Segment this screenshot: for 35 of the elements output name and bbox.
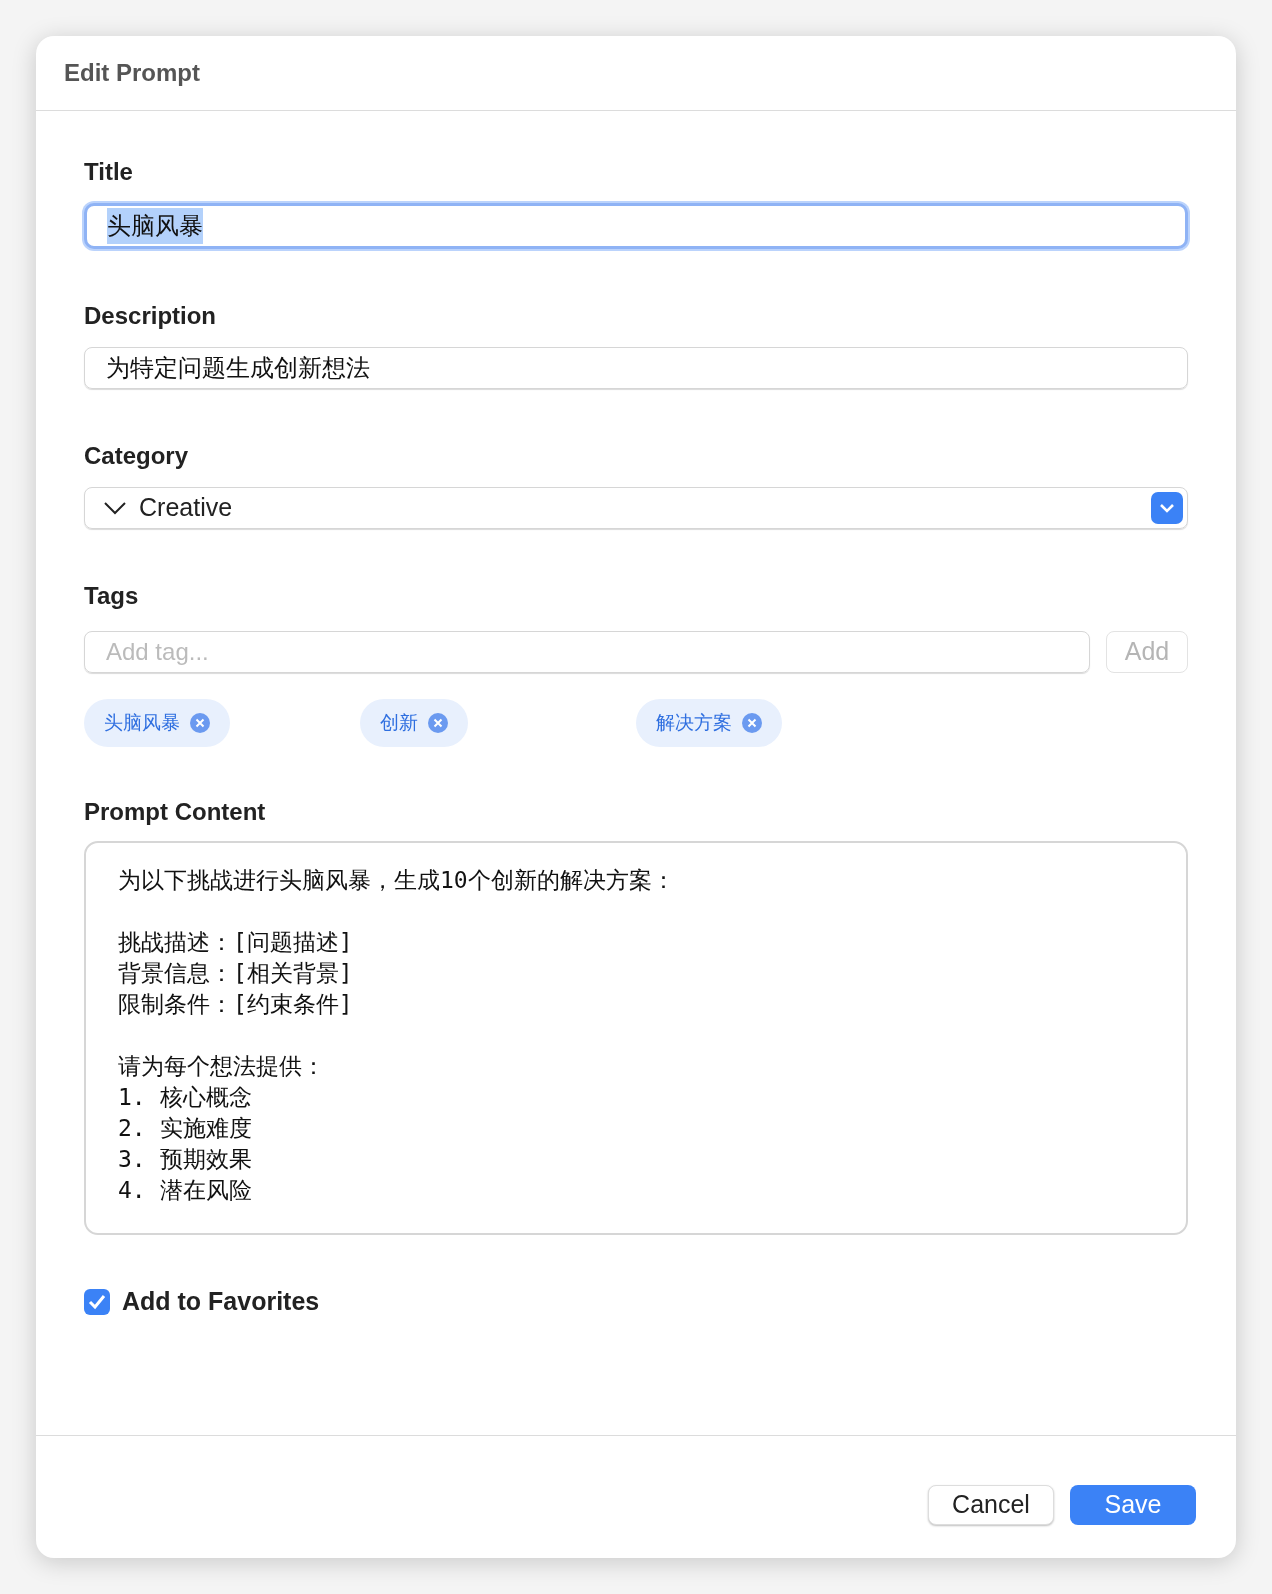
content-line: 为以下挑战进行头脑风暴，生成10个创新的解决方案： (118, 866, 675, 895)
prompt-content-field[interactable]: 为以下挑战进行头脑风暴，生成10个创新的解决方案： 挑战描述：[问题描述] 背景信息：[相关背景] 限制条件：[约束条件] 请为每个想法提供： 1. 核心概念 2. 实施难度 3. 预期效果 4. 潜在风险 (84, 841, 1188, 1235)
remove-tag-icon[interactable] (190, 713, 210, 733)
window-title: Edit Prompt (64, 58, 200, 88)
cancel-button[interactable]: Cancel (928, 1485, 1054, 1525)
tag-chip[interactable]: 头脑风暴 (84, 699, 230, 747)
checkmark-icon (88, 1293, 106, 1310)
tag-label: 解决方案 (656, 710, 732, 735)
content-line: 请为每个想法提供： (118, 1052, 325, 1081)
remove-tag-icon[interactable] (428, 713, 448, 733)
field-label: Title (84, 157, 133, 187)
category-dropdown[interactable]: Creative (84, 487, 1188, 529)
tag-input-field[interactable]: Add tag... (84, 631, 1090, 673)
field-label: Tags (84, 581, 139, 611)
tag-label: 头脑风暴 (104, 710, 180, 735)
content-line: 背景信息：[相关背景] (118, 959, 353, 988)
field-label: Category (84, 441, 189, 471)
content-line: 4. 潜在风险 (118, 1176, 252, 1205)
content-line: 3. 预期效果 (118, 1145, 252, 1174)
title-field[interactable]: 头脑风暴 (84, 203, 1188, 249)
description-field[interactable]: 为特定问题生成创新想法 (84, 347, 1188, 389)
tag-chip[interactable]: 解决方案 (636, 699, 782, 747)
save-button[interactable]: Save (1070, 1485, 1196, 1525)
field-label: Description (84, 301, 217, 331)
content-line: 挑战描述：[问题描述] (118, 928, 353, 957)
tag-chip[interactable]: 创新 (360, 699, 468, 747)
chevron-down-icon (103, 501, 127, 515)
field-label: Prompt Content (84, 797, 266, 827)
remove-tag-icon[interactable] (742, 713, 762, 733)
checkbox[interactable] (84, 1288, 110, 1315)
content-line: 2. 实施难度 (118, 1114, 252, 1143)
content-line: 1. 核心概念 (118, 1083, 252, 1112)
tag-label: 创新 (380, 710, 418, 735)
checkbox-label: Add to Favorites (122, 1286, 320, 1317)
content-line: 限制条件：[约束条件] (118, 990, 353, 1019)
